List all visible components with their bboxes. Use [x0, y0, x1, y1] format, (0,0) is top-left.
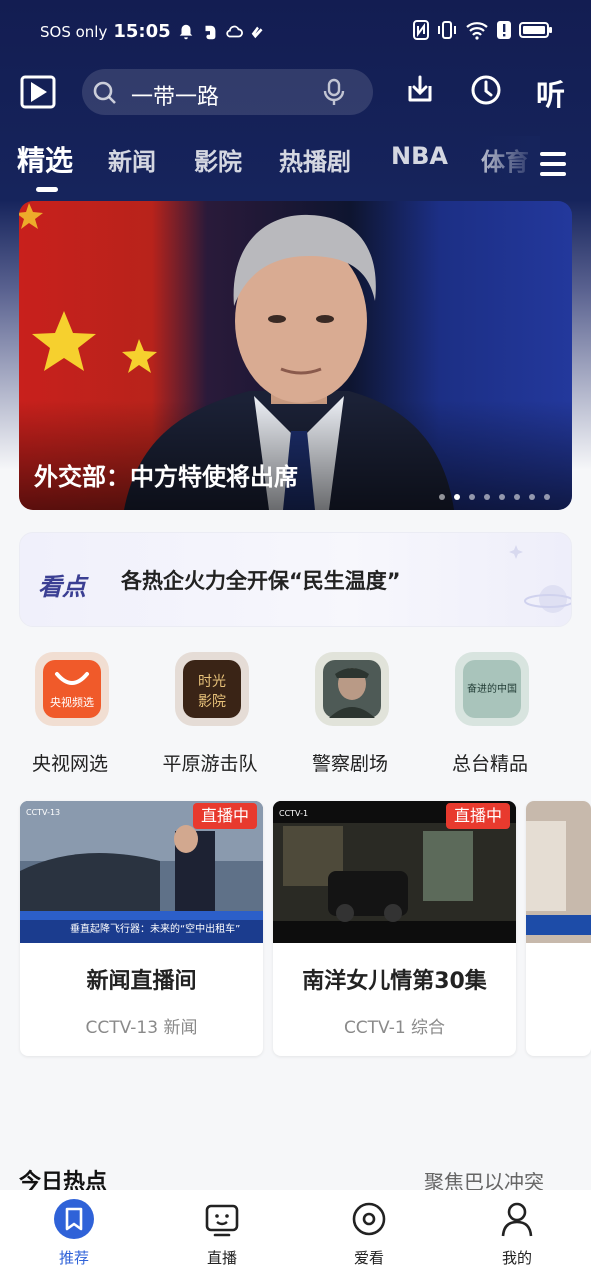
app-notification-icon	[251, 26, 263, 38]
live-badge: 直播中	[192, 803, 257, 829]
tab-menu-icon[interactable]	[540, 152, 566, 176]
nfc-icon	[413, 20, 429, 40]
svg-text:CCTV-13: CCTV-13	[26, 808, 60, 817]
tabs-fade	[470, 136, 540, 186]
download-icon[interactable]	[404, 74, 436, 106]
clock: 15:05	[113, 21, 171, 42]
police-app-icon	[315, 652, 389, 726]
quick-app-label: 警察剧场	[311, 753, 388, 775]
nav-label: 直播	[206, 1249, 237, 1267]
bottom-navigation: 推荐 直播 爱看 我的	[0, 1190, 591, 1280]
tab-jingxuan[interactable]: 精选	[17, 139, 73, 179]
svg-text:CCTV-1: CCTV-1	[279, 809, 308, 818]
microphone-icon[interactable]	[321, 78, 347, 106]
quick-app-label: 央视网选	[31, 753, 108, 775]
listen-button[interactable]: 听	[536, 72, 565, 114]
app-header: 一带一路 听	[0, 64, 591, 124]
quick-app-police[interactable]: 警察剧场	[280, 652, 420, 782]
quick-app-label: 平原游击队	[162, 753, 258, 775]
evernote-icon	[205, 25, 216, 39]
status-bar: SOS only 15:05	[0, 0, 591, 64]
history-clock-icon[interactable]	[470, 74, 502, 106]
tab-nba[interactable]: NBA	[391, 142, 448, 170]
tab-hot-drama[interactable]: 热播剧	[279, 142, 351, 177]
battery-icon	[519, 22, 552, 38]
nav-label: 推荐	[58, 1249, 89, 1267]
banner-dot	[454, 494, 460, 500]
yangshi-app-icon: 央视频选	[35, 652, 109, 726]
cinema-app-icon: 时光 影院	[175, 652, 249, 726]
card-channel: CCTV-13 新闻	[85, 1018, 198, 1038]
category-tabs: 精选 新闻 影院 热播剧 NBA 体育	[0, 136, 530, 196]
wifi-icon	[466, 22, 488, 40]
tv-icon	[205, 1204, 239, 1237]
banner-dot	[439, 494, 445, 500]
bell-icon	[179, 24, 192, 39]
kandian-logo: 看点	[38, 573, 86, 601]
card-channel: CCTV-1 综合	[343, 1018, 446, 1038]
quick-app-label: 总台精品	[451, 753, 528, 775]
card-title: 南洋女儿情第30集	[302, 969, 487, 994]
card-title: 新闻直播间	[86, 969, 197, 994]
live-card-news[interactable]: CCTV-13 垂直起降飞行器：未来的“空中出租车” 直播中 新闻直播间 CCT…	[20, 801, 263, 1056]
sparkle-icon	[509, 545, 523, 559]
search-input[interactable]: 一带一路	[131, 79, 219, 111]
banner-title: 外交部：中方特使将出席	[34, 463, 298, 491]
svg-text:奋进的中国: 奋进的中国	[467, 682, 517, 695]
live-card-drama[interactable]: CCTV-1 直播中 南洋女儿情第30集 CCTV-1 综合	[273, 801, 516, 1056]
nav-live[interactable]: 直播	[148, 1190, 296, 1280]
search-bar[interactable]: 一带一路	[82, 69, 373, 115]
hero-banner[interactable]: 外交部：中方特使将出席	[19, 201, 572, 510]
search-icon	[93, 81, 116, 104]
live-badge: 直播中	[445, 803, 510, 829]
target-icon	[352, 1202, 386, 1236]
banner-dot	[529, 494, 535, 500]
kandian-headline[interactable]: 各热企火力全开保“民生温度”	[121, 565, 401, 595]
nav-label: 我的	[501, 1249, 532, 1267]
svg-text:时光: 时光	[198, 674, 226, 690]
nav-favorite[interactable]: 爱看	[295, 1190, 443, 1280]
quick-app-pingyuan[interactable]: 时光 影院 平原游击队	[140, 652, 280, 782]
cloud-sync-icon	[225, 25, 243, 37]
planet-icon	[524, 585, 571, 613]
signal-alert-icon	[497, 21, 511, 39]
kandian-card[interactable]: 看点 各热企火力全开保“民生温度”	[19, 532, 572, 627]
zongtai-app-icon: 奋进的中国	[455, 652, 529, 726]
vibrate-icon	[438, 21, 456, 39]
quick-app-zongtai[interactable]: 奋进的中国 总台精品	[420, 652, 560, 782]
bookmark-icon	[54, 1199, 94, 1239]
carrier-text: SOS only	[40, 22, 108, 41]
banner-dot	[469, 494, 475, 500]
tab-indicator	[36, 187, 58, 192]
svg-text:影院: 影院	[198, 694, 226, 710]
tab-news[interactable]: 新闻	[108, 142, 156, 177]
tab-cinema[interactable]: 影院	[194, 142, 242, 177]
quick-app-yangshi[interactable]: 央视频选 央视网选	[0, 652, 140, 782]
user-icon	[501, 1202, 533, 1237]
play-logo-icon[interactable]	[20, 74, 56, 110]
banner-dot	[484, 494, 490, 500]
banner-dot	[499, 494, 505, 500]
live-card-partial[interactable]	[526, 801, 591, 1056]
banner-dot	[544, 494, 550, 500]
nav-label: 爱看	[353, 1249, 384, 1267]
nav-mine[interactable]: 我的	[443, 1190, 591, 1280]
banner-dot	[514, 494, 520, 500]
svg-text:央视频选: 央视频选	[50, 695, 94, 709]
svg-text:垂直起降飞行器：未来的“空中出租车”: 垂直起降飞行器：未来的“空中出租车”	[70, 922, 240, 935]
nav-recommend[interactable]: 推荐	[0, 1190, 148, 1280]
partial-live-thumbnail	[526, 801, 591, 943]
banner-page-dots	[439, 494, 550, 500]
